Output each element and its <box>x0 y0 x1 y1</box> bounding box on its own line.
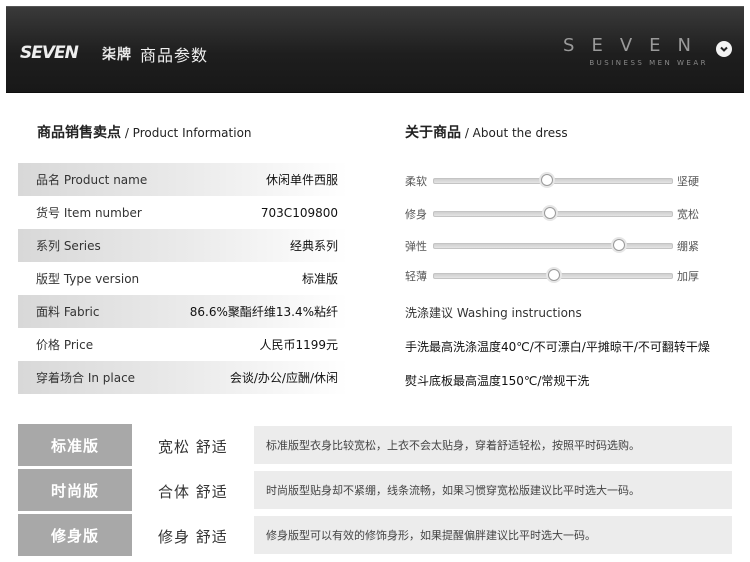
brand-wordmark: SEVEN <box>563 35 708 56</box>
info-value: 人民币1199元 <box>259 338 338 352</box>
slider-knob <box>548 269 561 281</box>
version-fit: 宽松 舒适 <box>158 438 228 456</box>
info-row-product-name: 品名 Product name 休闲单件西服 <box>18 163 348 196</box>
info-row-occasion: 穿着场合 In place 会谈/办公/应酬/休闲 <box>18 361 348 394</box>
page-title: 商品参数 <box>140 46 209 65</box>
version-description: 标准版型衣身比较宽松，上衣不会太贴身，穿着舒适轻松，按照平时码选购。 <box>254 426 732 464</box>
version-fit: 合体 舒适 <box>158 483 228 501</box>
info-label: 价格 Price <box>36 338 94 352</box>
version-badge: 时尚版 <box>18 469 132 511</box>
version-description: 时尚版型贴身却不紧绷，线条流畅，如果习惯穿宽松版建议比平时选大一码。 <box>254 471 732 509</box>
slider-softness: 柔软 坚硬 <box>405 170 705 190</box>
slider-track <box>433 178 673 184</box>
info-value: 休闲单件西服 <box>265 173 338 187</box>
washing-title: 洗涤建议 Washing instructions <box>405 306 582 320</box>
header-banner: SEVEN 柒牌 商品参数 SEVEN BUSINESS MEN WEAR <box>6 6 744 93</box>
product-info-table: 品名 Product name 休闲单件西服 货号 Item number 70… <box>18 163 348 394</box>
version-fit: 修身 舒适 <box>158 528 228 546</box>
slider-thickness: 轻薄 加厚 <box>405 265 705 285</box>
slider-left-label: 修身 <box>405 208 427 221</box>
version-description: 修身版型可以有效的修饰身形，如果提醒偏胖建议比平时选大一码。 <box>254 516 732 554</box>
info-row-price: 价格 Price 人民币1199元 <box>18 328 348 361</box>
about-heading: 关于商品 / About the dress <box>405 122 568 142</box>
slider-knob <box>612 239 625 251</box>
slider-track <box>433 243 673 249</box>
slider-right-label: 绷紧 <box>677 240 699 253</box>
info-value: 86.6%聚酯纤维13.4%粘纤 <box>189 305 338 319</box>
info-row-series: 系列 Series 经典系列 <box>18 229 348 262</box>
info-value: 标准版 <box>301 272 338 286</box>
info-value: 703C109800 <box>260 205 338 220</box>
info-label: 系列 Series <box>36 239 101 253</box>
info-row-type-version: 版型 Type version 标准版 <box>18 262 348 295</box>
version-row-fashion: 时尚版 合体 舒适 时尚版型贴身却不紧绷，线条流畅，如果习惯穿宽松版建议比平时选… <box>18 469 732 511</box>
info-label: 穿着场合 In place <box>36 371 136 385</box>
product-info-heading: 商品销售卖点 / Product Information <box>37 122 252 142</box>
slider-right-label: 宽松 <box>677 208 699 221</box>
info-label: 面料 Fabric <box>36 305 100 319</box>
info-label: 品名 Product name <box>36 173 148 187</box>
brand-tagline: BUSINESS MEN WEAR <box>589 59 708 67</box>
version-row-standard: 标准版 宽松 舒适 标准版型衣身比较宽松，上衣不会太贴身，穿着舒适轻松，按照平时… <box>18 424 732 466</box>
info-row-item-number: 货号 Item number 703C109800 <box>18 196 348 229</box>
chevron-down-icon[interactable] <box>716 41 732 57</box>
info-value: 会谈/办公/应酬/休闲 <box>229 371 338 385</box>
info-value: 经典系列 <box>289 239 338 253</box>
washing-line: 熨斗底板最高温度150℃/常规干洗 <box>405 374 590 388</box>
washing-line: 手洗最高洗涤温度40℃/不可漂白/平摊晾干/不可翻转干燥 <box>405 340 710 354</box>
slider-elasticity: 弹性 绷紧 <box>405 235 705 255</box>
slider-left-label: 柔软 <box>405 175 427 188</box>
about-title-cn: 关于商品 <box>405 125 461 141</box>
version-badge: 修身版 <box>18 514 132 556</box>
slider-right-label: 加厚 <box>677 270 699 283</box>
info-label: 版型 Type version <box>36 272 140 286</box>
brand-logo: SEVEN <box>20 43 98 61</box>
version-badge: 标准版 <box>18 424 132 466</box>
logo-subtext: 柒牌 <box>102 47 132 63</box>
svg-text:SEVEN: SEVEN <box>20 43 79 61</box>
slider-left-label: 轻薄 <box>405 270 427 283</box>
version-row-slim: 修身版 修身 舒适 修身版型可以有效的修饰身形，如果提醒偏胖建议比平时选大一码。 <box>18 514 732 556</box>
about-title-en: / About the dress <box>464 126 568 140</box>
info-label: 货号 Item number <box>36 206 142 220</box>
slider-knob <box>541 174 554 186</box>
slider-left-label: 弹性 <box>405 240 427 253</box>
product-info-title-en: / Product Information <box>124 126 252 140</box>
slider-knob <box>543 207 556 219</box>
product-info-title-cn: 商品销售卖点 <box>37 125 121 141</box>
slider-fit: 修身 宽松 <box>405 203 705 223</box>
slider-right-label: 坚硬 <box>677 175 699 188</box>
info-row-fabric: 面料 Fabric 86.6%聚酯纤维13.4%粘纤 <box>18 295 348 328</box>
